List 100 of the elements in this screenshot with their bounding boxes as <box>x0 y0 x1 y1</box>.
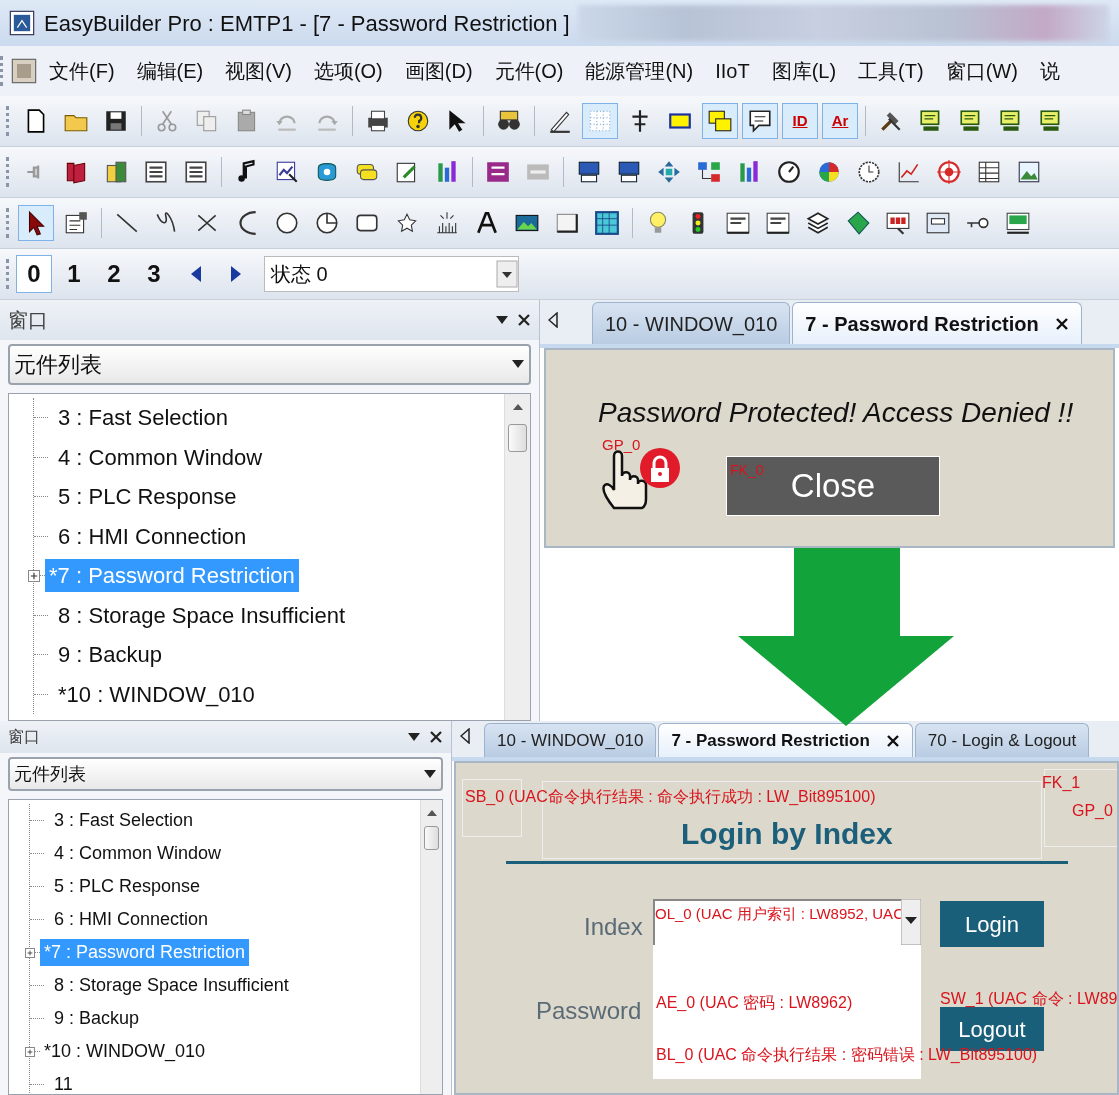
password-field[interactable]: AE_0 (UAC 密码 : LW8962) <box>656 991 853 1015</box>
close-icon[interactable] <box>885 733 900 748</box>
dropdown-icon[interactable] <box>495 314 509 325</box>
toolbar-button[interactable] <box>702 103 738 139</box>
overlapping-windows-icon <box>707 108 733 134</box>
tree-item[interactable]: *10 : WINDOW_010 <box>54 677 259 711</box>
tab[interactable]: 10 - WINDOW_010 <box>592 302 791 344</box>
scrollbar[interactable] <box>504 394 530 720</box>
tree-item[interactable]: 9 : Backup <box>54 638 166 672</box>
state-button[interactable]: 1 <box>56 255 92 293</box>
circle-icon <box>274 210 300 236</box>
color-monitor-icon <box>885 210 911 236</box>
help-icon <box>405 108 431 134</box>
tree-item[interactable]: 11 <box>50 1071 77 1094</box>
caret-icon <box>511 359 525 370</box>
state-dropdown[interactable]: 状态 0 <box>264 256 519 292</box>
menu-item[interactable]: 窗口(W) <box>934 56 1029 86</box>
view-dropdown[interactable]: 元件列表 <box>8 343 531 385</box>
menu-item[interactable]: IIoT <box>704 56 761 86</box>
dropdown-icon[interactable] <box>407 732 421 743</box>
menu-item[interactable]: 画图(D) <box>393 56 484 86</box>
numeric-input-icon <box>1005 210 1031 236</box>
state-value: 状态 0 <box>271 262 328 287</box>
menu-item[interactable]: 选项(O) <box>302 56 394 86</box>
menu-item[interactable]: 说 <box>1028 56 1071 86</box>
toolbar-button[interactable] <box>18 205 54 241</box>
scale-icon <box>434 210 460 236</box>
layers-icon <box>805 210 831 236</box>
login-button[interactable]: Login <box>940 901 1044 947</box>
close-icon[interactable] <box>1054 316 1069 331</box>
field-label: Index <box>584 912 643 942</box>
tab[interactable]: 7 - Password Restriction <box>658 723 913 757</box>
grid-table-icon <box>594 210 620 236</box>
dial-icon <box>856 159 882 185</box>
state-button[interactable]: 0 <box>16 255 52 293</box>
tab[interactable]: 70 - Login & Logout <box>914 723 1090 757</box>
close-icon[interactable] <box>517 312 531 327</box>
tree-item[interactable]: 9 : Backup <box>50 1005 144 1033</box>
tree-item[interactable]: 3 : Fast Selection <box>50 807 198 835</box>
scrollbar-thumb[interactable] <box>424 826 439 851</box>
menu-item[interactable]: 能源管理(N) <box>574 56 705 86</box>
menu-item[interactable]: 编辑(E) <box>125 56 215 86</box>
menu-item[interactable]: 工具(T) <box>847 56 935 86</box>
speech-bubble-icon <box>747 108 773 134</box>
pen-icon <box>547 108 573 134</box>
tree-item[interactable]: *10 : WINDOW_010 <box>40 1038 210 1066</box>
table-icon <box>976 159 1002 185</box>
target-icon <box>936 159 962 185</box>
tree-item[interactable]: 8 : Storage Space Insufficient <box>54 598 349 632</box>
scroll-left-icon[interactable] <box>548 312 558 328</box>
toolbar-button[interactable]: ID <box>782 103 818 139</box>
dropdown-icon[interactable] <box>901 899 921 945</box>
scroll-left-icon[interactable] <box>460 727 470 744</box>
menu-item[interactable]: 文件(F) <box>38 56 126 86</box>
scrollbar-thumb[interactable] <box>508 424 527 452</box>
plus-icon <box>30 571 38 580</box>
view-value: 元件列表 <box>14 762 86 786</box>
expand-toggle[interactable] <box>25 947 35 958</box>
tree-item[interactable]: 6 : HMI Connection <box>54 519 251 553</box>
expand-toggle[interactable] <box>28 569 40 582</box>
tree-item[interactable]: 5 : PLC Response <box>54 480 241 514</box>
toolbar-button[interactable] <box>742 103 778 139</box>
tree-item[interactable]: 3 : Fast Selection <box>54 401 232 435</box>
object-tag: FK_0 <box>730 460 764 481</box>
tab-label: 7 - Password Restriction <box>671 729 870 752</box>
menu-item[interactable]: 图库(L) <box>760 56 848 86</box>
state-button[interactable]: 3 <box>136 255 172 293</box>
menu-item[interactable]: 视图(V) <box>214 56 303 86</box>
screen-title: Login by Index <box>681 816 893 852</box>
object-tag: FK_1 <box>1042 771 1081 795</box>
menu-item[interactable]: 元件(O) <box>483 56 575 86</box>
tree-item[interactable]: 4 : Common Window <box>50 840 226 868</box>
tree-item[interactable]: 4 : Common Window <box>54 440 267 474</box>
tab-label: 70 - Login & Logout <box>927 729 1077 752</box>
tab-label: 7 - Password Restriction <box>805 311 1039 337</box>
toolbar-button[interactable]: Ar <box>822 103 858 139</box>
up-arrow-icon[interactable] <box>426 810 437 817</box>
state-button[interactable]: 2 <box>96 255 132 293</box>
plus-icon <box>27 949 33 956</box>
tab-label: 10 - WINDOW_010 <box>605 311 778 338</box>
form-icon <box>925 210 951 236</box>
move-icon <box>656 159 682 185</box>
tree-item[interactable]: 6 : HMI Connection <box>50 906 213 934</box>
expand-toggle[interactable] <box>25 1046 35 1057</box>
tree-item[interactable]: 5 : PLC Response <box>50 873 205 901</box>
object-tag: GP_0 <box>602 434 641 457</box>
scrollbar[interactable] <box>420 800 442 1094</box>
app-icon <box>8 9 36 37</box>
list-icon <box>183 159 209 185</box>
panel-title: 窗口 <box>8 727 40 748</box>
gauge-icon <box>776 159 802 185</box>
close-icon[interactable] <box>429 730 443 745</box>
text-tool-icon <box>474 210 500 236</box>
caret-icon <box>423 769 437 780</box>
up-arrow-icon[interactable] <box>512 404 523 410</box>
tree-item[interactable]: 8 : Storage Space Insufficient <box>50 972 293 1000</box>
app-menu-icon[interactable] <box>10 57 38 85</box>
view-dropdown[interactable]: 元件列表 <box>8 757 443 792</box>
tab[interactable]: 7 - Password Restriction <box>792 302 1082 344</box>
tab[interactable]: 10 - WINDOW_010 <box>484 723 657 757</box>
